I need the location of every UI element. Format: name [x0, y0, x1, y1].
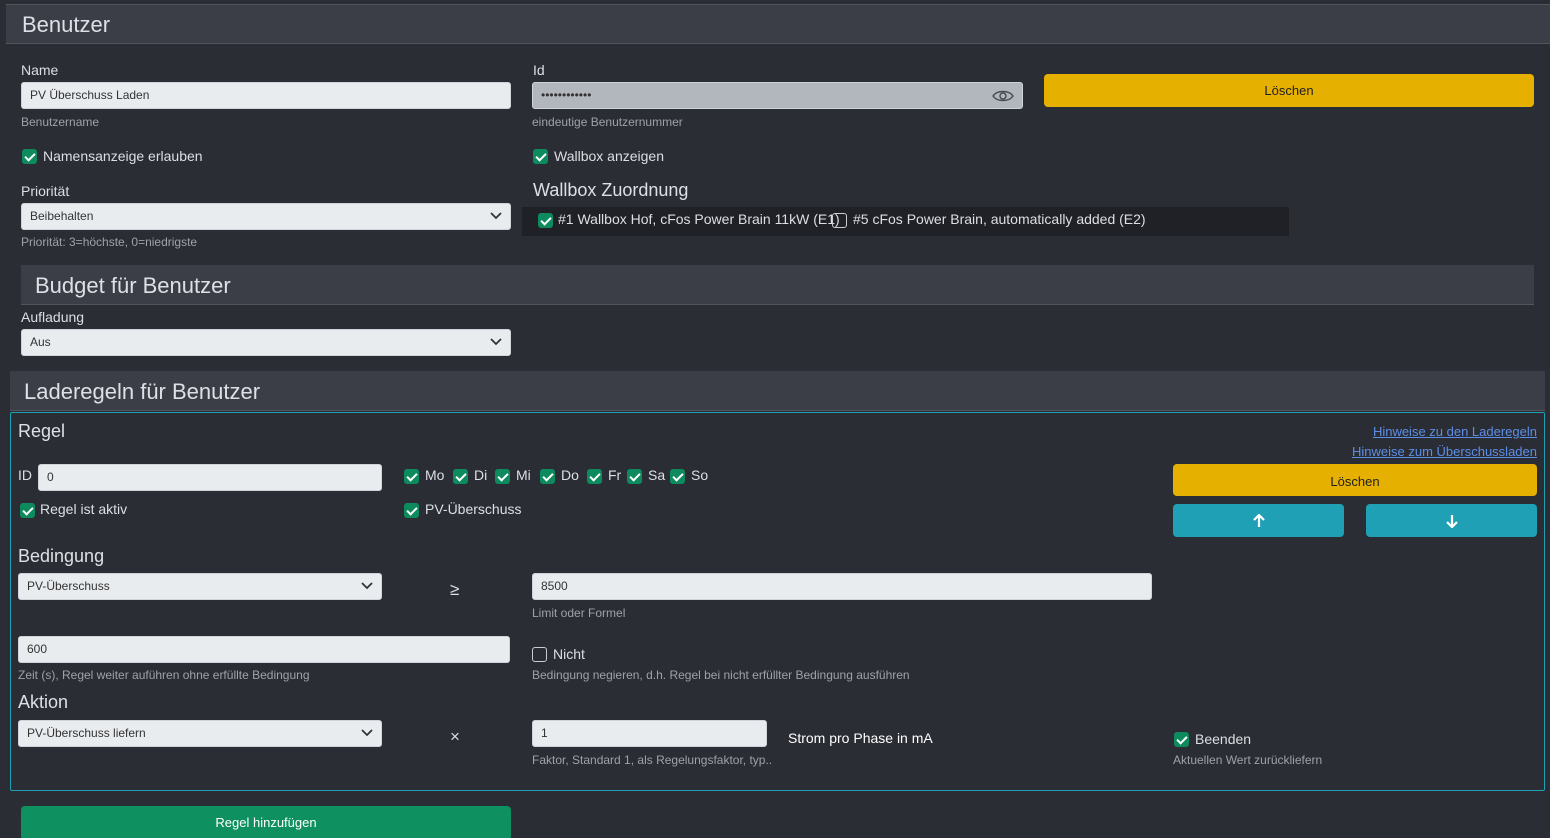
chevron-down-icon — [361, 729, 373, 737]
end-label: Beenden — [1195, 731, 1252, 747]
day-sa-checkbox[interactable] — [627, 469, 642, 484]
allow-name-label: Namensanzeige erlauben — [43, 148, 203, 164]
allow-name-checkbox[interactable] — [22, 149, 37, 164]
time-input[interactable]: 600 — [18, 636, 510, 663]
factor-input[interactable]: 1 — [532, 720, 767, 747]
add-rule-button[interactable]: Regel hinzufügen — [21, 806, 511, 838]
end-hint: Aktuellen Wert zurückliefern — [1173, 753, 1323, 767]
delete-user-button[interactable]: Löschen — [1044, 74, 1534, 107]
day-fr-label: Fr — [608, 467, 622, 483]
factor-hint: Faktor, Standard 1, als Regelungsfaktor,… — [532, 753, 772, 767]
link-rules-help[interactable]: Hinweise zu den Laderegeln — [1373, 424, 1537, 439]
wallbox-1-checkbox[interactable] — [538, 213, 553, 228]
day-di-label: Di — [474, 467, 488, 483]
wallbox-assign-title: Wallbox Zuordnung — [533, 180, 689, 200]
eye-icon[interactable] — [992, 89, 1014, 103]
id-hint: eindeutige Benutzernummer — [532, 115, 683, 129]
rule-active-label: Regel ist aktiv — [40, 501, 128, 517]
day-mi-checkbox[interactable] — [495, 469, 510, 484]
id-value: •••••••••••• — [541, 88, 592, 102]
charging-value: Aus — [30, 335, 51, 349]
day-mi-label: Mi — [516, 467, 531, 483]
day-di-checkbox[interactable] — [453, 469, 468, 484]
priority-value: Beibehalten — [30, 209, 94, 223]
name-input[interactable]: PV Überschuss Laden — [21, 82, 511, 109]
chevron-down-icon — [490, 338, 502, 346]
chevron-down-icon — [490, 212, 502, 220]
pv-surplus-label: PV-Überschuss — [425, 501, 522, 517]
rules-title: Laderegeln für Benutzer — [24, 379, 261, 404]
rule-active-checkbox[interactable] — [20, 503, 35, 518]
day-so-checkbox[interactable] — [670, 469, 685, 484]
rule-id-label: ID — [18, 467, 32, 483]
unit-label: Strom pro Phase in mA — [788, 730, 933, 746]
wallbox-2-label: #5 cFos Power Brain, automatically added… — [853, 211, 1146, 227]
action-value: PV-Überschuss liefern — [27, 726, 146, 740]
budget-bar — [21, 265, 1534, 305]
show-wallbox-checkbox[interactable] — [533, 149, 548, 164]
condition-title: Bedingung — [18, 546, 105, 566]
rule-id-input[interactable]: 0 — [38, 464, 382, 491]
name-hint: Benutzername — [21, 115, 100, 129]
id-label: Id — [533, 62, 545, 78]
day-fr-checkbox[interactable] — [587, 469, 602, 484]
end-checkbox[interactable] — [1174, 732, 1189, 747]
day-mo-checkbox[interactable] — [404, 469, 419, 484]
day-so-label: So — [691, 467, 709, 483]
delete-rule-button[interactable]: Löschen — [1173, 464, 1537, 496]
time-hint: Zeit (s), Regel weiter auführen ohne erf… — [18, 668, 310, 682]
move-up-button[interactable] — [1173, 504, 1344, 537]
not-hint: Bedingung negieren, d.h. Regel bei nicht… — [532, 668, 910, 682]
move-down-button[interactable] — [1366, 504, 1537, 537]
condition-select[interactable]: PV-Überschuss — [18, 573, 382, 600]
limit-hint: Limit oder Formel — [532, 606, 626, 620]
priority-select[interactable]: Beibehalten — [21, 203, 511, 230]
day-do-checkbox[interactable] — [540, 469, 555, 484]
condition-operator: ≥ — [450, 580, 460, 599]
day-mo-label: Mo — [425, 467, 445, 483]
rule-title: Regel — [18, 421, 66, 441]
day-do-label: Do — [561, 467, 579, 483]
header-bar — [6, 4, 1550, 44]
budget-title: Budget für Benutzer — [35, 273, 231, 298]
arrow-down-icon — [1446, 515, 1458, 528]
action-select[interactable]: PV-Überschuss liefern — [18, 720, 382, 747]
arrow-up-icon — [1253, 514, 1265, 527]
priority-label: Priorität — [21, 183, 70, 199]
chevron-down-icon — [361, 582, 373, 590]
wallbox-1-label: #1 Wallbox Hof, cFos Power Brain 11kW (E… — [558, 211, 840, 227]
priority-hint: Priorität: 3=höchste, 0=niedrigste — [21, 235, 198, 249]
link-surplus-help[interactable]: Hinweise zum Überschussladen — [1352, 444, 1537, 459]
limit-input[interactable]: 8500 — [532, 573, 1152, 600]
charging-select[interactable]: Aus — [21, 329, 511, 356]
id-input[interactable]: •••••••••••• — [532, 82, 1023, 109]
not-label: Nicht — [553, 646, 585, 662]
not-checkbox[interactable] — [532, 647, 547, 662]
wallbox-2-checkbox[interactable] — [832, 213, 847, 228]
charging-label: Aufladung — [21, 309, 85, 325]
page-title: Benutzer — [22, 12, 111, 37]
action-title: Aktion — [18, 692, 69, 712]
day-sa-label: Sa — [648, 467, 666, 483]
condition-value: PV-Überschuss — [27, 579, 110, 593]
action-operator: × — [450, 727, 460, 746]
name-label: Name — [21, 62, 59, 78]
show-wallbox-label: Wallbox anzeigen — [554, 148, 664, 164]
pv-surplus-checkbox[interactable] — [404, 503, 419, 518]
